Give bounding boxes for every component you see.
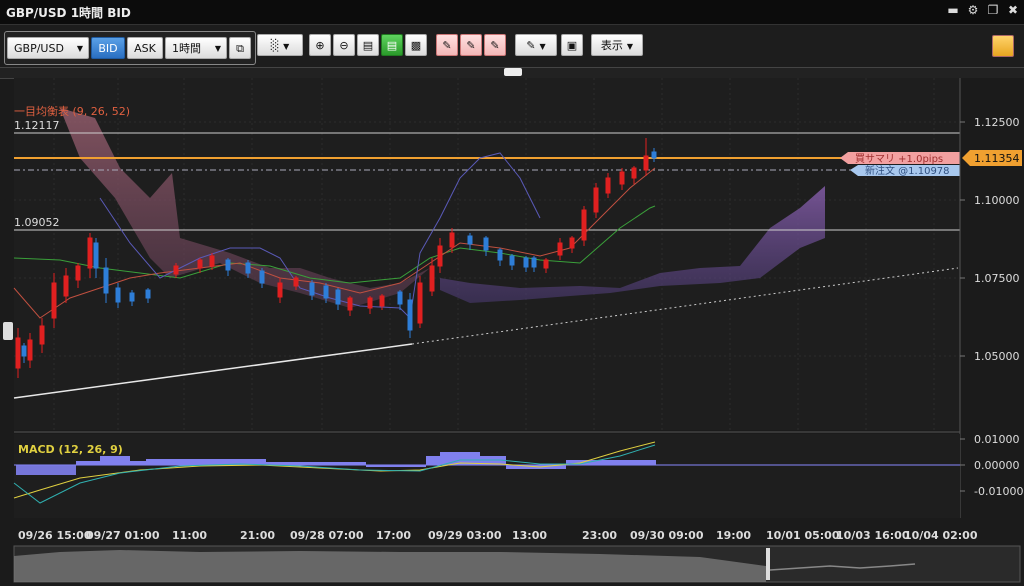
window-title: GBP/USD 1時間 BID xyxy=(6,6,131,20)
time-tick: 09/29 03:00 xyxy=(428,529,502,542)
time-tick: 09/27 01:00 xyxy=(86,529,160,542)
price-tick: 1.12500 xyxy=(974,116,1020,129)
timeframe-select[interactable]: 1時間 ▼ xyxy=(165,37,227,59)
timeframe-label: 1時間 xyxy=(172,42,201,55)
restore-icon[interactable]: ❐ xyxy=(986,3,1000,17)
macd-tick: -0.01000 xyxy=(974,485,1023,498)
order-group: ✎ ✎ ✎ xyxy=(436,31,508,59)
link-button[interactable]: ⧉ xyxy=(229,37,251,59)
time-tick: 10/04 02:00 xyxy=(904,529,978,542)
macd-tick: 0.01000 xyxy=(974,433,1020,446)
price-tick: 1.05000 xyxy=(974,350,1020,363)
pen-icon: ✎ xyxy=(526,39,536,52)
indicator-label: 一目均衡表 (9, 26, 52) xyxy=(14,104,130,118)
candle-icon: ░ xyxy=(270,39,280,52)
order-edit-button[interactable]: ✎ xyxy=(460,34,482,56)
fit-button[interactable]: ▤ xyxy=(381,34,403,56)
chart-type-select[interactable]: ░ ▼ xyxy=(257,34,303,56)
symbol-select[interactable]: GBP/USD ▼ xyxy=(7,37,89,59)
chevron-down-icon: ▼ xyxy=(214,44,221,53)
crosshair-button[interactable]: ▤ xyxy=(357,34,379,56)
bid-button[interactable]: BID xyxy=(91,37,125,59)
symbol-label: GBP/USD xyxy=(14,42,64,55)
toolbar: GBP/USD ▼ BID ASK 1時間 ▼ ⧉ ░ ▼ ⊕ ⊖ ▤ ▤ ▩ ✎ ✎… xyxy=(0,25,1024,67)
scroll-end-button[interactable]: ▩ xyxy=(405,34,427,56)
close-icon[interactable]: ✖ xyxy=(1006,3,1020,17)
time-tick: 23:00 xyxy=(582,529,617,542)
order-tag[interactable]: 新注文 @1.10978 xyxy=(850,164,960,177)
display-label: 表示 xyxy=(600,39,623,52)
time-tick: 09/26 15:00 xyxy=(18,529,92,542)
order-tag-label: 新注文 @1.10978 xyxy=(865,164,950,177)
time-tick: 21:00 xyxy=(240,529,275,542)
zoom-out-button[interactable]: ⊖ xyxy=(333,34,355,56)
strip-handle[interactable] xyxy=(504,68,522,76)
left-scroll-handle[interactable] xyxy=(3,322,13,340)
chart-window: GBP/USD 1時間 BID ▬ ⚙ ❐ ✖ GBP/USD ▼ BID ASK… xyxy=(0,0,1024,586)
time-tick: 17:00 xyxy=(376,529,411,542)
time-tick: 10/03 16:00 xyxy=(836,529,910,542)
position-tag-label: 買サマリ +1.0pips xyxy=(855,153,943,165)
gear-icon[interactable]: ⚙ xyxy=(966,3,980,17)
time-tick: 09/30 09:00 xyxy=(630,529,704,542)
ask-button[interactable]: ASK xyxy=(127,37,163,59)
navigator-handle[interactable] xyxy=(766,548,770,580)
order-cancel-button[interactable]: ✎ xyxy=(484,34,506,56)
snapshot-button[interactable]: ▣ xyxy=(561,34,583,56)
display-group: 表示 ▼ xyxy=(591,31,645,59)
current-price-label: 1.11354 xyxy=(974,152,1020,165)
chart-area: 一目均衡表 (9, 26, 52) 1.12117 1.09052 買サマリ +… xyxy=(3,78,1024,583)
zoom-in-button[interactable]: ⊕ xyxy=(309,34,331,56)
symbol-group: GBP/USD ▼ BID ASK 1時間 ▼ ⧉ xyxy=(4,31,256,65)
time-tick: 10/01 05:00 xyxy=(766,529,840,542)
macd-tick: 0.00000 xyxy=(974,459,1020,472)
current-price-tag: 1.11354 xyxy=(962,150,1022,166)
time-tick: 09/28 07:00 xyxy=(290,529,364,542)
chevron-down-icon: ▼ xyxy=(283,42,290,51)
snapshot-group: ▣ xyxy=(561,31,585,59)
price-axis[interactable] xyxy=(960,78,1024,518)
draw-group: ✎ ▼ xyxy=(515,31,559,59)
position-tag[interactable]: 買サマリ +1.0pips xyxy=(840,152,960,165)
display-menu[interactable]: 表示 ▼ xyxy=(591,34,643,56)
draw-tool-select[interactable]: ✎ ▼ xyxy=(515,34,557,56)
title-bar: GBP/USD 1時間 BID ▬ ⚙ ❐ ✖ xyxy=(0,0,1024,25)
chart-type-group: ░ ▼ xyxy=(257,31,305,59)
low-line-label: 1.09052 xyxy=(14,216,60,229)
new-order-button[interactable]: ✎ xyxy=(436,34,458,56)
minimize-icon[interactable]: ▬ xyxy=(946,3,960,17)
chevron-down-icon: ▼ xyxy=(626,42,634,51)
chevron-down-icon: ▼ xyxy=(539,42,546,51)
expand-icon[interactable] xyxy=(992,35,1014,57)
time-tick: 19:00 xyxy=(716,529,751,542)
high-line-label: 1.12117 xyxy=(14,119,60,132)
price-tick: 1.10000 xyxy=(974,194,1020,207)
time-tick: 11:00 xyxy=(172,529,207,542)
macd-plot-bg[interactable] xyxy=(14,434,960,518)
zoom-group: ⊕ ⊖ ▤ ▤ ▩ xyxy=(309,31,429,59)
time-tick: 13:00 xyxy=(512,529,547,542)
price-tick: 1.07500 xyxy=(974,272,1020,285)
macd-label: MACD (12, 26, 9) xyxy=(18,443,123,456)
chevron-down-icon: ▼ xyxy=(76,44,83,53)
